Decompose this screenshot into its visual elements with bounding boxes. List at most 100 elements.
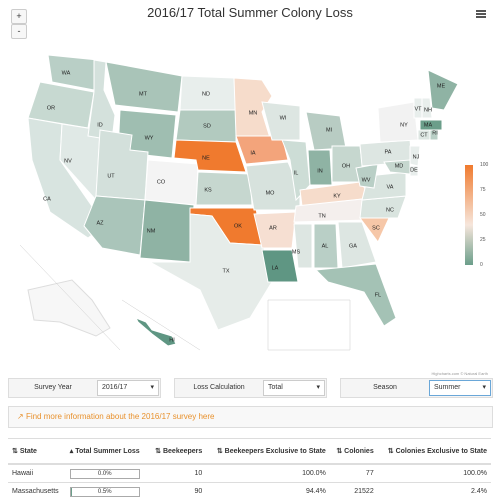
label-OH: OH [342, 163, 350, 169]
label-UT: UT [107, 173, 115, 179]
label-RI: RI [432, 130, 438, 136]
cell-beekeepers: 90 [148, 482, 207, 500]
legend-tick: 25 [480, 237, 486, 243]
label-MD: MD [395, 163, 404, 169]
label-MI: MI [326, 127, 333, 133]
label-CO: CO [157, 179, 166, 185]
external-link-icon: ↗ [17, 412, 24, 421]
cell-colonies: 21522 [329, 482, 378, 500]
legend-tick: 0 [480, 262, 483, 268]
header-beekeepers-exclusive[interactable]: ⇅ Beekeepers Exclusive to State [206, 438, 330, 465]
label-ME: ME [437, 83, 446, 89]
loss-calculation-control: Loss Calculation Total [174, 378, 327, 398]
label-ND: ND [202, 91, 210, 97]
label-MN: MN [249, 110, 258, 116]
label-SC: SC [372, 225, 380, 231]
survey-year-select[interactable]: 2016/17 [97, 380, 159, 396]
label-MA: MA [424, 122, 433, 128]
label-TX: TX [222, 268, 229, 274]
label-WY: WY [145, 135, 154, 141]
label-AR: AR [269, 225, 277, 231]
label-MO: MO [266, 190, 276, 196]
state-ME[interactable] [427, 69, 459, 111]
header-colonies-exclusive[interactable]: ⇅ Colonies Exclusive to State [377, 438, 491, 465]
label-KS: KS [204, 187, 212, 193]
label-OR: OR [47, 105, 55, 111]
label-LA: LA [272, 265, 279, 271]
label-ID: ID [97, 122, 103, 128]
loss-bar: 0.5% [69, 486, 140, 497]
info-link-bar: ↗ Find more information about the 2016/1… [8, 406, 493, 428]
label-KY: KY [333, 193, 341, 199]
cell-state: Massachusetts [8, 482, 66, 500]
header-total-loss[interactable]: ▴ Total Summer Loss [65, 438, 149, 465]
label-OK: OK [234, 223, 242, 229]
label-WI: WI [280, 115, 287, 121]
label-IL: IL [294, 170, 299, 176]
state-AZ[interactable] [83, 195, 146, 256]
label-NV: NV [64, 158, 72, 164]
cell-state: Hawaii [8, 463, 66, 483]
label-NC: NC [386, 207, 394, 213]
cell-loss: 0.0% [65, 463, 149, 483]
label-AL: AL [322, 243, 329, 249]
legend-tick: 75 [480, 187, 486, 193]
state-NY[interactable] [377, 101, 419, 143]
header-state[interactable]: ⇅ State [8, 438, 66, 465]
label-NE: NE [202, 155, 210, 161]
label-NM: NM [147, 228, 156, 234]
cell-beekeepers: 10 [148, 463, 207, 483]
season-control: Season Summer [340, 378, 493, 398]
label-CT: CT [420, 132, 428, 138]
legend-tick: 50 [480, 212, 486, 218]
legend-tick: 100 [480, 162, 489, 168]
table-header-row: ⇅ State ▴ Total Summer Loss ⇅ Beekeepers… [8, 438, 491, 465]
header-colonies[interactable]: ⇅ Colonies [329, 438, 378, 465]
loss-calculation-label: Loss Calculation [193, 384, 245, 391]
label-FL: FL [375, 292, 381, 298]
color-legend-bar [465, 165, 473, 265]
cell-bk-exclusive: 100.0% [206, 463, 330, 483]
survey-year-label: Survey Year [34, 384, 72, 391]
header-beekeepers[interactable]: ⇅ Beekeepers [148, 438, 207, 465]
state-CO[interactable] [144, 159, 199, 206]
cell-colonies: 77 [329, 463, 378, 483]
label-NJ: NJ [413, 154, 420, 160]
cell-loss: 0.5% [65, 482, 149, 500]
state-MS[interactable] [293, 223, 313, 269]
colony-loss-table: ⇅ State ▴ Total Summer Loss ⇅ Beekeepers… [8, 438, 491, 500]
label-AZ: AZ [96, 220, 104, 226]
us-choropleth-map: WA OR CA NV ID MT WY UT AZ CO NM ND SD N… [19, 54, 459, 351]
cell-bk-exclusive: 94.4% [206, 482, 330, 500]
label-MS: MS [292, 249, 301, 255]
label-IA: IA [250, 150, 256, 156]
map-title: 2016/17 Total Summer Colony Loss [147, 5, 353, 20]
table-row[interactable]: Hawaii 0.0% 10 100.0% 77 100.0% [8, 463, 491, 483]
label-PA: PA [385, 149, 392, 155]
label-GA: GA [349, 243, 357, 249]
state-MT[interactable] [105, 61, 183, 113]
season-select[interactable]: Summer [429, 380, 491, 396]
label-VT: VT [414, 106, 422, 112]
state-FL[interactable] [314, 263, 397, 327]
label-HI: HI [169, 337, 175, 343]
season-label: Season [373, 384, 397, 391]
survey-year-control: Survey Year 2016/17 [8, 378, 161, 398]
alaska-shape [27, 279, 111, 337]
map-credits[interactable]: Highcharts.com © Natural Earth [431, 371, 488, 376]
cell-col-exclusive: 2.4% [377, 482, 491, 500]
survey-info-link[interactable]: Find more information about the 2016/17 … [26, 412, 215, 421]
label-DE: DE [410, 167, 418, 173]
label-SD: SD [203, 123, 211, 129]
label-MT: MT [139, 91, 148, 97]
label-CA: CA [43, 196, 51, 202]
table-row[interactable]: Massachusetts 0.5% 90 94.4% 21522 2.4% [8, 482, 491, 500]
state-WV[interactable] [355, 163, 379, 189]
loss-calculation-select[interactable]: Total [263, 380, 325, 396]
label-IN: IN [317, 168, 323, 174]
loss-bar: 0.0% [69, 468, 140, 479]
label-WA: WA [62, 70, 71, 76]
hamburger-menu-icon[interactable] [476, 10, 486, 18]
label-VA: VA [387, 184, 394, 190]
label-NH: NH [424, 107, 432, 113]
